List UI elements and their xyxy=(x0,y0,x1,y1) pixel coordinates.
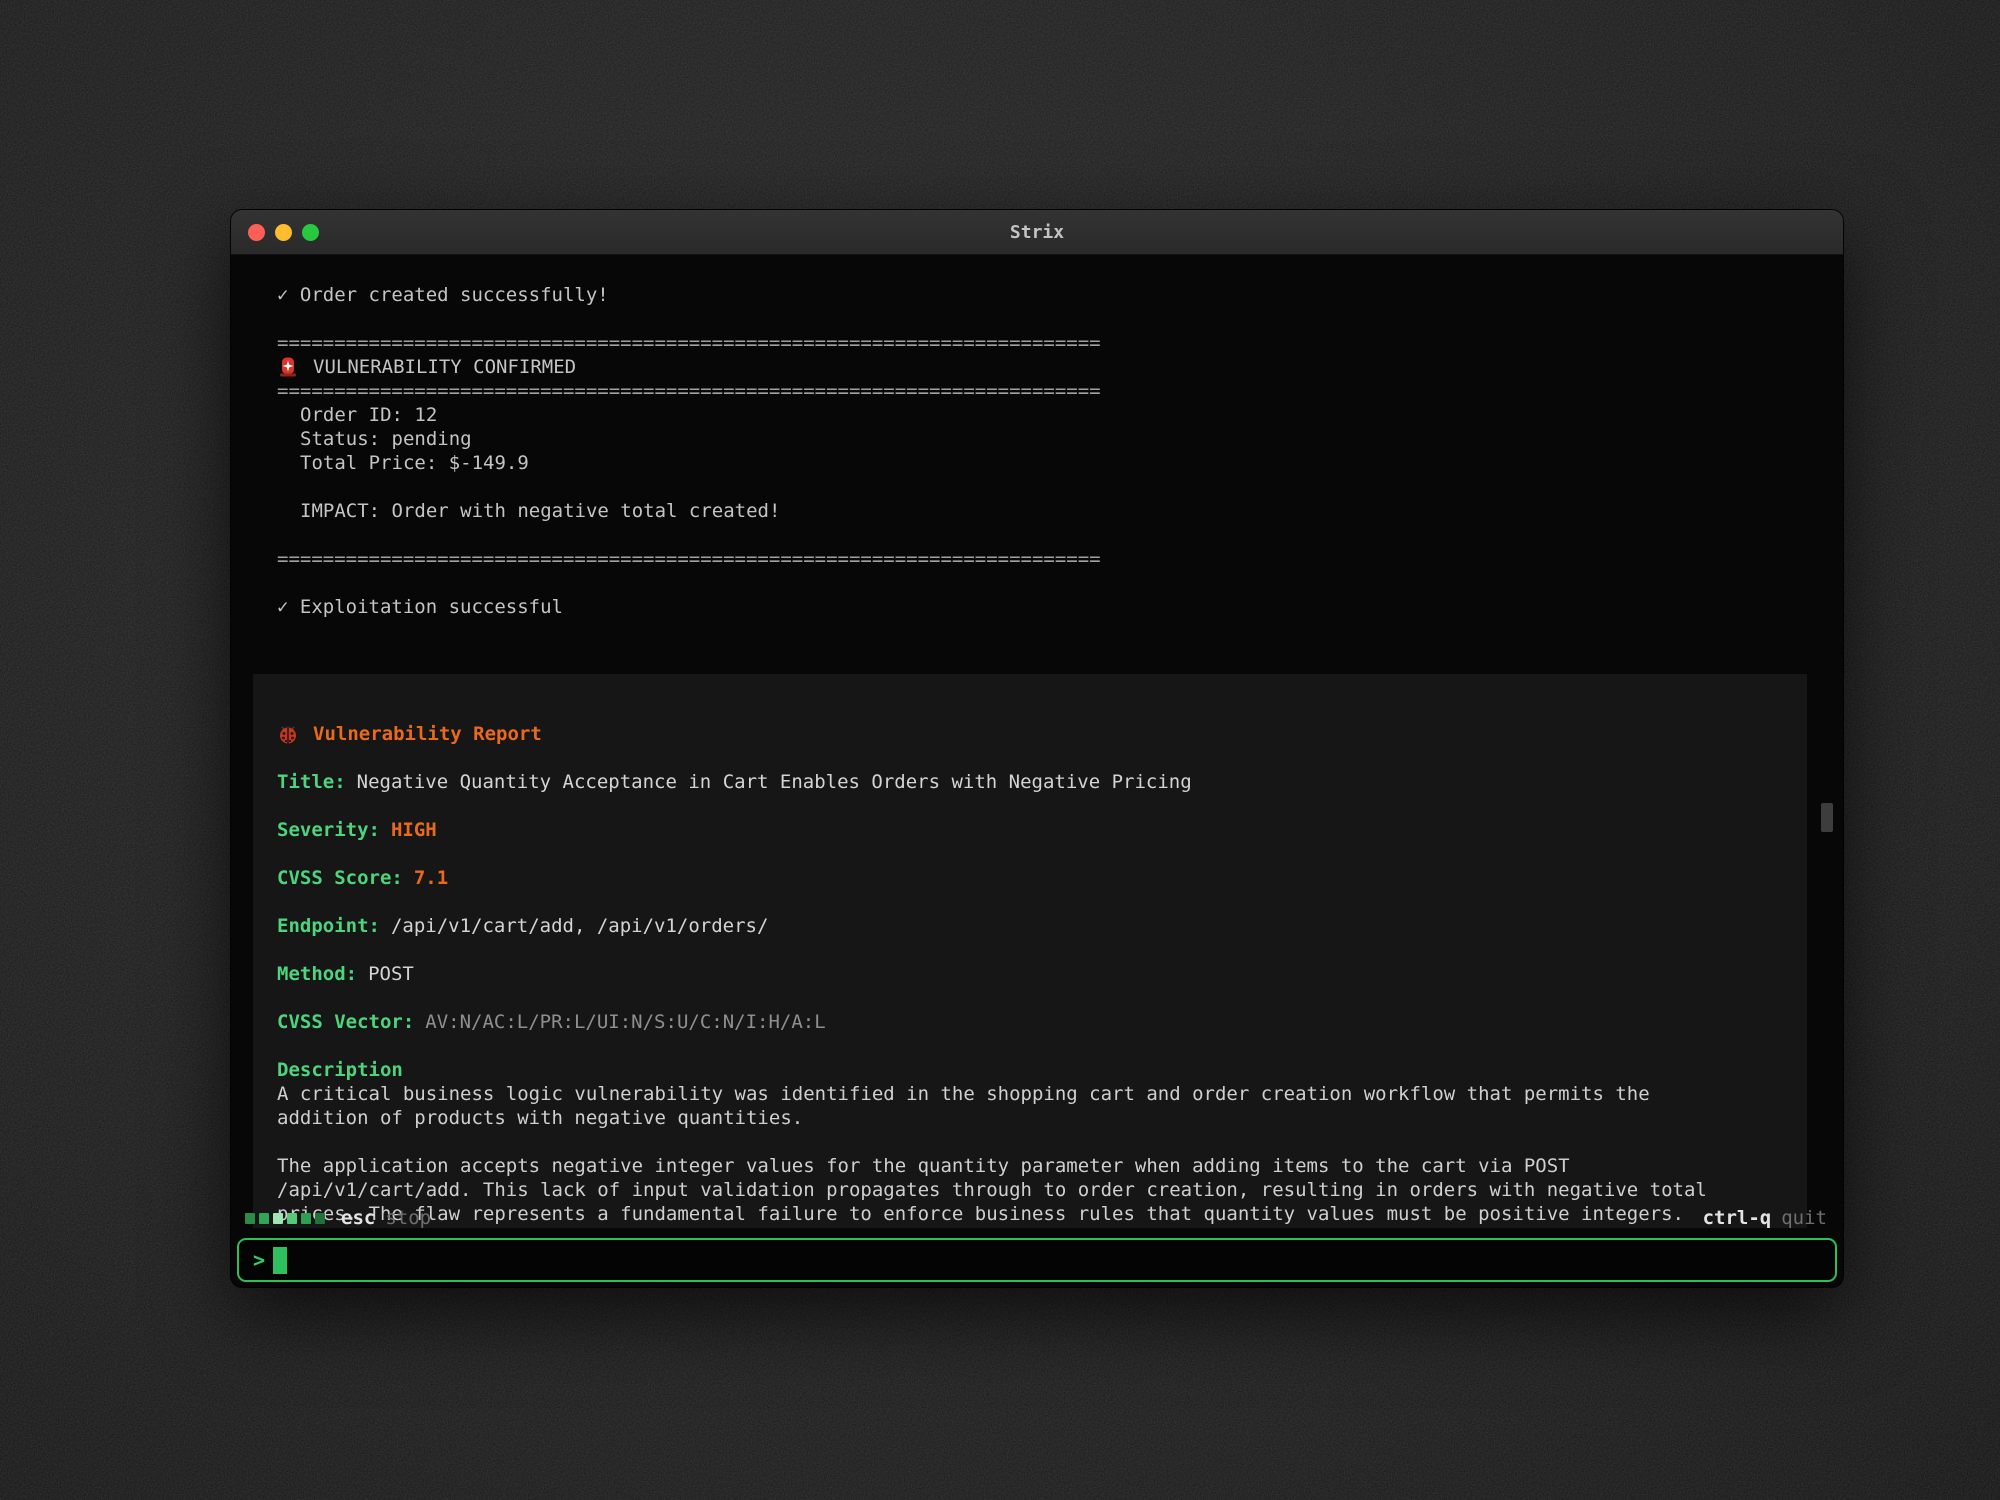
report-description-heading-row: Description xyxy=(277,1058,1807,1082)
separator-line: ========================================… xyxy=(277,379,1813,403)
log-status: Status: pending xyxy=(277,427,1813,451)
title-value: Negative Quantity Acceptance in Cart Ena… xyxy=(357,770,1192,794)
description-paragraph-1: A critical business logic vulnerability … xyxy=(277,1082,1807,1130)
progress-spinner xyxy=(245,1213,325,1224)
text-cursor xyxy=(273,1247,287,1274)
terminal-content: ✓ Order created successfully! ==========… xyxy=(231,256,1843,1287)
terminal-log: ✓ Order created successfully! ==========… xyxy=(277,283,1813,619)
report-header-title: Vulnerability Report xyxy=(313,722,542,746)
method-value: POST xyxy=(368,962,414,986)
report-cvss-score-row: CVSS Score: 7.1 xyxy=(277,866,1807,890)
command-input[interactable]: > xyxy=(237,1238,1837,1282)
cvss-score-value: 7.1 xyxy=(414,866,448,890)
prompt-symbol: > xyxy=(253,1248,265,1272)
cvss-score-label: CVSS Score: xyxy=(277,866,403,890)
log-blank-line xyxy=(277,523,1813,547)
window-title: Strix xyxy=(231,210,1843,255)
spinner-block xyxy=(245,1213,255,1224)
endpoint-value: /api/v1/cart/add, /api/v1/orders/ xyxy=(391,914,769,938)
status-bar: esc stop ctrl-q quit xyxy=(231,1203,1843,1233)
vulnerability-report-panel: Vulnerability Report Title: Negative Qua… xyxy=(253,674,1807,1228)
spinner-block xyxy=(259,1213,269,1224)
spinner-block xyxy=(315,1213,325,1224)
log-blank-line xyxy=(277,571,1813,595)
log-blank-line xyxy=(277,475,1813,499)
window-titlebar[interactable]: Strix xyxy=(231,210,1843,255)
log-order-id: Order ID: 12 xyxy=(277,403,1813,427)
siren-icon xyxy=(277,356,299,378)
spinner-block xyxy=(273,1213,283,1224)
terminal-window: Strix ✓ Order created successfully! ====… xyxy=(231,210,1843,1287)
separator-line: ========================================… xyxy=(277,547,1813,571)
cvss-vector-value: AV:N/AC:L/PR:L/UI:N/S:U/C:N/I:H/A:L xyxy=(425,1010,825,1034)
esc-key-hint: esc xyxy=(341,1207,375,1229)
log-impact: IMPACT: Order with negative total create… xyxy=(277,499,1813,523)
cvss-vector-label: CVSS Vector: xyxy=(277,1010,414,1034)
severity-badge: HIGH xyxy=(391,818,437,842)
spinner-block xyxy=(301,1213,311,1224)
log-order-success: ✓ Order created successfully! xyxy=(277,283,1813,307)
log-exploitation-success: ✓ Exploitation successful xyxy=(277,595,1813,619)
log-vulnerability-confirmed: VULNERABILITY CONFIRMED xyxy=(277,355,1813,379)
title-label: Title: xyxy=(277,770,346,794)
scrollbar-thumb[interactable] xyxy=(1821,803,1833,832)
alert-title-text: VULNERABILITY CONFIRMED xyxy=(313,355,576,379)
report-cvss-vector-row: CVSS Vector: AV:N/AC:L/PR:L/UI:N/S:U/C:N… xyxy=(277,1010,1807,1034)
severity-label: Severity: xyxy=(277,818,380,842)
report-severity-row: Severity: HIGH xyxy=(277,818,1807,842)
description-heading: Description xyxy=(277,1058,403,1082)
quit-hint-label: quit xyxy=(1781,1207,1827,1229)
report-header-row: Vulnerability Report xyxy=(277,722,1807,746)
endpoint-label: Endpoint: xyxy=(277,914,380,938)
log-total-price: Total Price: $-149.9 xyxy=(277,451,1813,475)
log-blank-line xyxy=(277,307,1813,331)
ctrl-q-key-hint: ctrl-q xyxy=(1703,1207,1772,1229)
method-label: Method: xyxy=(277,962,357,986)
report-title-row: Title: Negative Quantity Acceptance in C… xyxy=(277,770,1807,794)
stop-hint-label: stop xyxy=(385,1207,431,1229)
ladybug-icon xyxy=(277,723,299,745)
separator-line: ========================================… xyxy=(277,331,1813,355)
report-method-row: Method: POST xyxy=(277,962,1807,986)
report-endpoint-row: Endpoint: /api/v1/cart/add, /api/v1/orde… xyxy=(277,914,1807,938)
spinner-block xyxy=(287,1213,297,1224)
